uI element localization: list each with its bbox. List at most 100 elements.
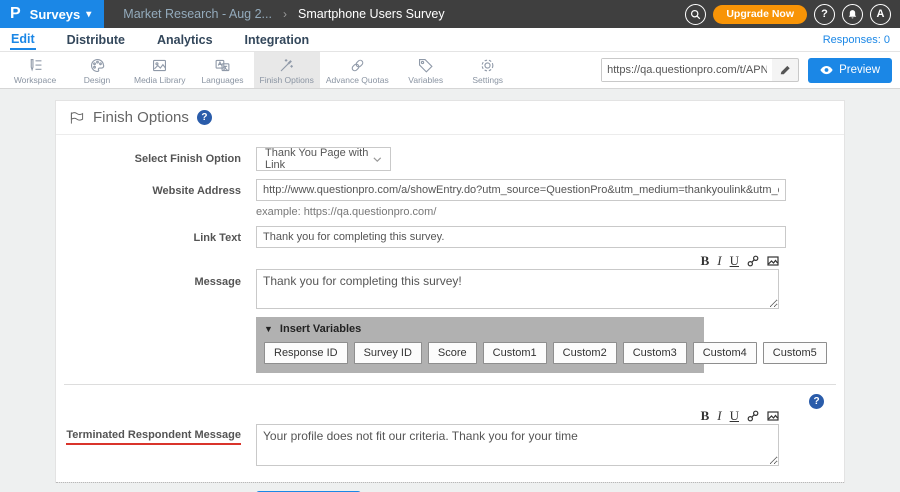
survey-url-box (601, 58, 799, 82)
responses-count[interactable]: Responses: 0 (823, 34, 890, 46)
website-address-label: Website Address (56, 179, 256, 218)
survey-url-input[interactable] (602, 59, 772, 81)
finish-option-value: Thank You Page with Link (265, 147, 373, 171)
edit-url-button[interactable] (772, 64, 798, 76)
insert-variables-panel: ▼ Insert Variables Response ID Survey ID… (256, 317, 704, 373)
save-divider (56, 482, 844, 483)
italic-button[interactable]: I (717, 254, 721, 267)
finish-option-row: Select Finish Option Thank You Page with… (56, 147, 844, 171)
chevron-down-icon: ▾ (86, 9, 91, 20)
flag-icon (69, 111, 85, 125)
variable-custom3-button[interactable]: Custom3 (623, 342, 687, 364)
breadcrumb: Market Research - Aug 2... › Smartphone … (104, 0, 685, 28)
breadcrumb-survey-name[interactable]: Smartphone Users Survey (298, 7, 445, 21)
link-text-label: Link Text (56, 226, 256, 248)
eye-icon (820, 65, 833, 75)
insert-image-icon[interactable] (767, 410, 779, 422)
palette-icon (89, 57, 106, 74)
message-editor-toolbar: B I U (256, 254, 779, 267)
search-button[interactable] (685, 4, 706, 25)
upgrade-now-button[interactable]: Upgrade Now (713, 5, 807, 24)
survey-toolbar: Workspace Design Media Library Languages… (0, 52, 900, 89)
bold-button[interactable]: B (701, 254, 710, 267)
gear-icon (479, 57, 496, 74)
message-label: Message (56, 254, 256, 373)
toolbar-item-label: Design (84, 75, 110, 85)
variable-custom1-button[interactable]: Custom1 (483, 342, 547, 364)
breadcrumb-separator-icon: › (283, 7, 287, 21)
italic-button[interactable]: I (717, 409, 721, 422)
link-icon[interactable] (747, 255, 759, 267)
toolbar-item-settings[interactable]: Settings (457, 52, 519, 88)
variable-custom5-button[interactable]: Custom5 (763, 342, 827, 364)
toolbar-item-languages[interactable]: Languages (192, 52, 254, 88)
finish-options-help-icon[interactable]: ? (197, 110, 212, 125)
translate-icon (214, 57, 231, 74)
link-icon[interactable] (747, 410, 759, 422)
toolbar-item-media-library[interactable]: Media Library (128, 52, 192, 88)
surveys-menu[interactable]: Surveys ▾ (30, 7, 92, 22)
underline-button[interactable]: U (730, 254, 739, 267)
link-text-input[interactable] (256, 226, 786, 248)
surveys-menu-label: Surveys (30, 7, 81, 22)
tab-integration[interactable]: Integration (244, 31, 311, 49)
avatar[interactable]: A (870, 4, 891, 25)
preview-button-label: Preview (839, 64, 880, 76)
page-title: Finish Options (93, 109, 189, 126)
terminated-message-label: Terminated Respondent Message (66, 429, 241, 445)
card-header: Finish Options ? (56, 101, 844, 135)
questionpro-logo: P (10, 5, 21, 23)
toolbar-item-label: Finish Options (260, 75, 314, 85)
variable-custom2-button[interactable]: Custom2 (553, 342, 617, 364)
tab-analytics[interactable]: Analytics (156, 31, 214, 49)
toolbar-item-label: Variables (408, 75, 443, 85)
insert-image-icon[interactable] (767, 255, 779, 267)
toolbar-item-finish-options[interactable]: Finish Options (254, 52, 320, 88)
preview-button[interactable]: Preview (808, 58, 892, 83)
tab-distribute[interactable]: Distribute (66, 31, 126, 49)
link-text-row: Link Text (56, 226, 844, 248)
website-address-row: Website Address example: https://qa.ques… (56, 179, 844, 218)
bold-button[interactable]: B (701, 409, 710, 422)
message-row: Message B I U Thank you for completing t… (56, 254, 844, 373)
variable-survey-id-button[interactable]: Survey ID (354, 342, 422, 364)
website-example-text: example: https://qa.questionpro.com/ (256, 206, 844, 218)
toolbar-item-label: Media Library (134, 75, 186, 85)
toolbar-item-workspace[interactable]: Workspace (4, 52, 66, 88)
terminated-help-row: ? (56, 385, 844, 409)
variable-response-id-button[interactable]: Response ID (264, 342, 348, 364)
help-button[interactable]: ? (814, 4, 835, 25)
nav-tab-bar: Edit Distribute Analytics Integration Re… (0, 28, 900, 52)
terminated-help-icon[interactable]: ? (809, 394, 824, 409)
finish-options-card: Finish Options ? Select Finish Option Th… (55, 100, 845, 483)
pencil-icon (779, 64, 791, 76)
insert-variables-toggle[interactable]: ▼ Insert Variables (264, 323, 696, 335)
toolbar-item-design[interactable]: Design (66, 52, 128, 88)
toolbar-item-label: Advance Quotas (326, 75, 389, 85)
terminated-message-row: Terminated Respondent Message B I U Your… (56, 409, 844, 471)
chain-icon (349, 57, 366, 74)
pencil-list-icon (27, 57, 44, 74)
tag-icon (417, 57, 434, 74)
finish-option-select[interactable]: Thank You Page with Link (256, 147, 391, 171)
breadcrumb-folder[interactable]: Market Research - Aug 2... (123, 7, 272, 21)
variable-custom4-button[interactable]: Custom4 (693, 342, 757, 364)
tab-edit[interactable]: Edit (10, 30, 36, 50)
finish-option-label: Select Finish Option (56, 147, 256, 171)
toolbar-item-label: Workspace (14, 75, 56, 85)
message-textarea[interactable]: Thank you for completing this survey! (256, 269, 779, 309)
terminated-editor-toolbar: B I U (256, 409, 779, 422)
toolbar-item-label: Settings (472, 75, 503, 85)
toolbar-right: Preview (601, 52, 900, 88)
toolbar-item-advance-quotas[interactable]: Advance Quotas (320, 52, 395, 88)
toolbar-item-variables[interactable]: Variables (395, 52, 457, 88)
magic-wand-icon (278, 57, 295, 74)
brand-area[interactable]: P Surveys ▾ (0, 0, 104, 28)
notifications-button[interactable] (842, 4, 863, 25)
top-bar: P Surveys ▾ Market Research - Aug 2... ›… (0, 0, 900, 28)
underline-button[interactable]: U (730, 409, 739, 422)
caret-down-icon: ▼ (264, 324, 273, 334)
website-address-input[interactable] (256, 179, 786, 201)
terminated-message-textarea[interactable]: Your profile does not fit our criteria. … (256, 424, 779, 466)
variable-score-button[interactable]: Score (428, 342, 477, 364)
